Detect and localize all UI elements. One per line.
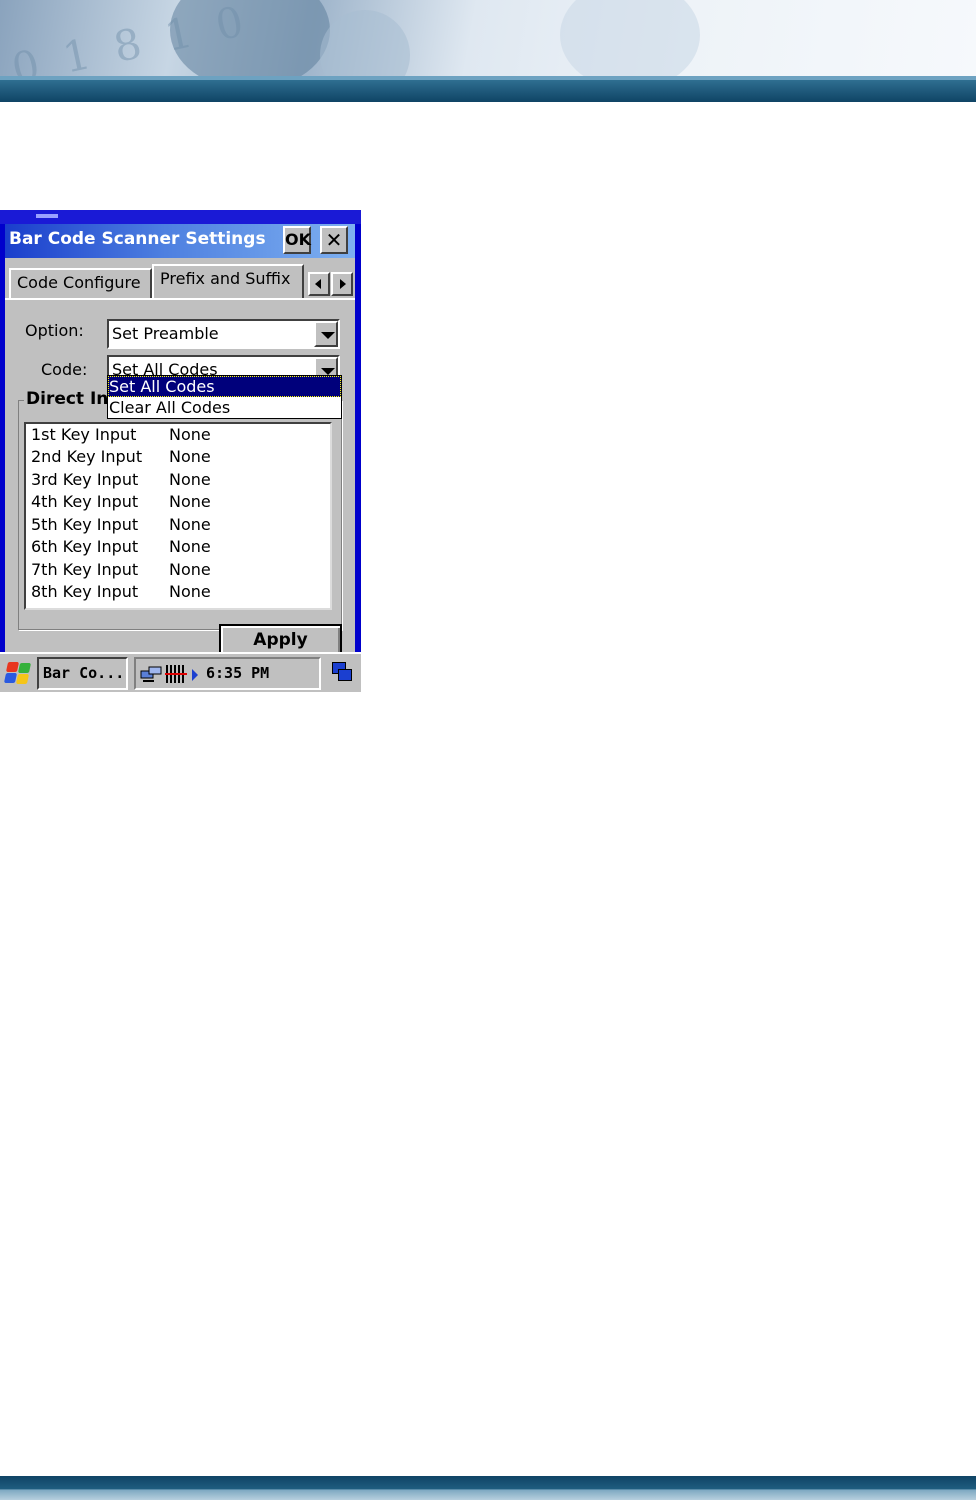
arrow-right-icon	[340, 279, 346, 289]
flag-part	[5, 662, 20, 672]
option-value: Set Preamble	[112, 324, 219, 343]
dropdown-option-clear-all-codes[interactable]: Clear All Codes	[108, 397, 341, 418]
arrow-left-icon	[315, 279, 321, 289]
key-label: 8th Key Input	[31, 582, 139, 601]
window-title: Bar Code Scanner Settings	[9, 229, 266, 249]
key-value: None	[169, 582, 211, 601]
chevron-down-icon	[321, 368, 335, 375]
key-value: None	[169, 515, 211, 534]
key-label: 4th Key Input	[31, 492, 139, 511]
flag-part	[17, 663, 32, 673]
ok-button[interactable]: OK	[283, 226, 311, 254]
device-screen: Bar Code Scanner Settings OK ✕ Code Conf…	[0, 210, 361, 692]
key-value: None	[169, 560, 211, 579]
group-title: Direct In	[24, 389, 111, 409]
tab-scroll-right-button[interactable]	[331, 272, 353, 296]
tab-prefix-and-suffix[interactable]: Prefix and Suffix	[152, 264, 304, 298]
window-glyph	[338, 669, 352, 681]
desktop-icon[interactable]	[330, 660, 354, 684]
clock[interactable]: 6:35 PM	[206, 664, 269, 682]
key-value: None	[169, 447, 211, 466]
taskbar-app-button[interactable]: Bar Co...	[37, 657, 128, 690]
strip-mark	[36, 214, 58, 218]
tab-strip: Code Configure Prefix and Suffix	[5, 262, 355, 298]
tab-code-configure[interactable]: Code Configure	[9, 268, 152, 298]
key-value: None	[169, 425, 211, 444]
header-banner: 0 1 8 1 0	[0, 0, 976, 102]
key-value: None	[169, 470, 211, 489]
footer-band	[0, 1476, 976, 1500]
banner-band	[0, 80, 976, 102]
chevron-down-icon	[321, 332, 335, 339]
key-label: 5th Key Input	[31, 515, 139, 534]
key-label: 1st Key Input	[31, 425, 137, 444]
system-tray: 6:35 PM	[134, 657, 321, 690]
close-button[interactable]: ✕	[320, 226, 348, 254]
key-label: 3rd Key Input	[31, 470, 139, 489]
scan-line	[165, 673, 187, 675]
key-input-list[interactable]: 1st Key Input None 2nd Key Input None 3rd …	[24, 422, 332, 610]
key-value: None	[169, 492, 211, 511]
key-label: 2nd Key Input	[31, 447, 143, 466]
key-label: 7th Key Input	[31, 560, 139, 579]
tab-scroll-left-button[interactable]	[308, 272, 330, 296]
arrow-right-icon[interactable]	[192, 669, 198, 681]
network-icon[interactable]	[140, 665, 162, 683]
key-label: 6th Key Input	[31, 537, 139, 556]
tab-label: Code Configure	[17, 273, 141, 292]
option-dropdown-button[interactable]	[314, 321, 338, 347]
flag-part	[15, 674, 30, 684]
key-value: None	[169, 537, 211, 556]
tab-label: Prefix and Suffix	[160, 269, 291, 288]
tab-divider	[5, 298, 355, 300]
code-dropdown-list: Set All Codes Clear All Codes	[107, 375, 342, 419]
code-label: Code:	[41, 360, 88, 379]
option-label: Option:	[25, 321, 84, 340]
taskbar: Bar Co... 6:35 PM	[0, 652, 361, 692]
dropdown-option-set-all-codes[interactable]: Set All Codes	[108, 376, 341, 397]
windows-start-icon[interactable]	[3, 660, 32, 686]
screen-top-strip	[0, 210, 361, 224]
direct-input-group: Direct In 1st Key Input None 2nd Key Inpu…	[18, 389, 342, 630]
title-bar: Bar Code Scanner Settings OK ✕	[5, 224, 355, 258]
settings-window: Bar Code Scanner Settings OK ✕ Code Conf…	[5, 224, 355, 658]
option-combobox[interactable]: Set Preamble	[107, 319, 340, 349]
barcode-icon[interactable]	[165, 665, 187, 683]
flag-part	[3, 673, 18, 683]
